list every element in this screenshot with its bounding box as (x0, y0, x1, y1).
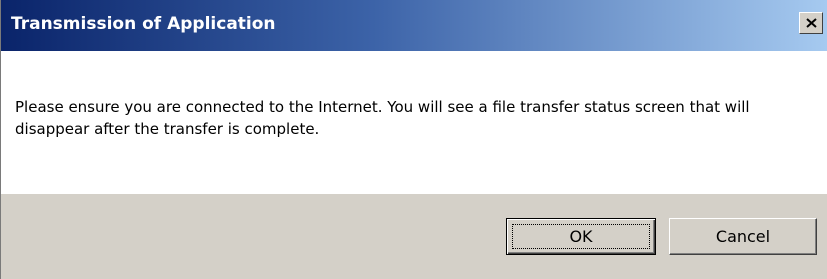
message-text: Please ensure you are connected to the I… (15, 98, 750, 138)
close-icon (806, 18, 817, 28)
window-title: Transmission of Application (11, 14, 276, 34)
cancel-button[interactable]: Cancel (669, 218, 817, 255)
button-bar: OK Cancel (1, 194, 827, 279)
ok-button[interactable]: OK (506, 218, 656, 255)
title-bar[interactable]: Transmission of Application (1, 0, 827, 51)
ok-button-label: OK (569, 227, 593, 246)
close-button[interactable] (799, 12, 823, 34)
dialog-window: Transmission of Application Please ensur… (0, 0, 827, 279)
message-area: Please ensure you are connected to the I… (1, 51, 827, 194)
